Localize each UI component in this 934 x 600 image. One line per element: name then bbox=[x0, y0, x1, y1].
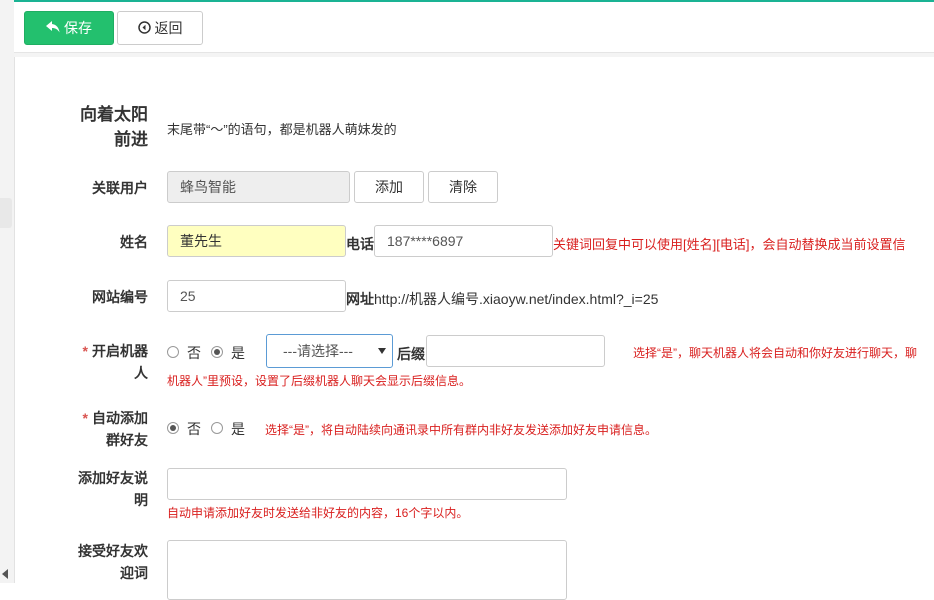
scroll-left-arrow-icon[interactable] bbox=[2, 569, 8, 579]
robot-no-label: 否 bbox=[187, 345, 201, 361]
group-label-line1: 自动添加 bbox=[92, 410, 148, 426]
back-circle-icon bbox=[137, 20, 151, 36]
robot-yes-radio[interactable] bbox=[211, 346, 223, 358]
group-yes-label: 是 bbox=[231, 421, 245, 437]
name-hint: 关键词回复中可以使用[姓名][电话]，会自动替换成当前设置信 bbox=[553, 237, 906, 252]
sidebar-toggle-tab[interactable] bbox=[0, 198, 12, 228]
site-value: 25 bbox=[180, 288, 196, 304]
group-label: * 自动添加 群好友 bbox=[60, 407, 148, 451]
page-title: 向着太阳 前进 bbox=[60, 102, 148, 152]
name-value: 董先生 bbox=[180, 233, 222, 249]
suffix-label: 后缀 bbox=[397, 346, 425, 362]
friend-note-label-line2: 明 bbox=[134, 492, 148, 508]
page-title-line2: 前进 bbox=[114, 130, 148, 149]
robot-label-line2: 人 bbox=[134, 365, 148, 381]
page-subtitle: 末尾带“～”的语句，都是机器人萌妹发的 bbox=[167, 122, 397, 137]
group-yes-radio[interactable] bbox=[211, 422, 223, 434]
robot-label-line1: 开启机器 bbox=[92, 343, 148, 359]
site-input[interactable]: 25 bbox=[167, 280, 346, 312]
robot-no-radio[interactable] bbox=[167, 346, 179, 358]
site-url: 网址http://机器人编号.xiaoyw.net/index.html?_i=… bbox=[346, 289, 658, 309]
back-button[interactable]: 返回 bbox=[117, 11, 203, 45]
site-label: 网站编号 bbox=[92, 289, 148, 305]
user-value: 蜂鸟智能 bbox=[180, 179, 236, 195]
friend-note-label-line1: 添加好友说 bbox=[78, 470, 148, 486]
toolbar: 保存 返回 bbox=[14, 2, 934, 53]
welcome-label-line2: 迎词 bbox=[120, 565, 148, 581]
phone-input[interactable]: 187****6897 bbox=[374, 225, 553, 257]
required-mark: * bbox=[82, 410, 88, 426]
user-label: 关联用户 bbox=[92, 180, 148, 196]
toolbar-divider bbox=[14, 53, 934, 57]
robot-select-value: ---请选择--- bbox=[283, 343, 353, 359]
phone-label: 电话 bbox=[346, 236, 374, 252]
suffix-input[interactable] bbox=[426, 335, 605, 367]
robot-hint-line2: 机器人”里预设，设置了后缀机器人聊天会显示后缀信息。 bbox=[167, 374, 471, 388]
name-label: 姓名 bbox=[120, 234, 148, 250]
url-value: http://机器人编号.xiaoyw.net/index.html?_i=25 bbox=[374, 291, 659, 307]
required-mark: * bbox=[82, 343, 88, 359]
left-sidebar-edge bbox=[0, 0, 15, 583]
group-hint: 选择“是”，将自动陆续向通讯录中所有群内非好友发送添加好友申请信息。 bbox=[265, 423, 657, 437]
phone-value: 187****6897 bbox=[387, 233, 464, 249]
clear-user-button[interactable]: 清除 bbox=[428, 171, 498, 203]
reply-icon bbox=[46, 21, 60, 35]
name-input[interactable]: 董先生 bbox=[167, 225, 346, 257]
save-button[interactable]: 保存 bbox=[24, 11, 114, 45]
friend-note-input[interactable] bbox=[167, 468, 567, 500]
welcome-textarea[interactable] bbox=[167, 540, 567, 600]
welcome-label: 接受好友欢 迎词 bbox=[60, 540, 148, 584]
friend-note-label: 添加好友说 明 bbox=[60, 467, 148, 511]
add-user-button[interactable]: 添加 bbox=[354, 171, 424, 203]
robot-select[interactable]: ---请选择--- bbox=[266, 334, 393, 368]
friend-note-hint: 自动申请添加好友时发送给非好友的内容，16个字以内。 bbox=[167, 506, 469, 520]
group-no-label: 否 bbox=[187, 421, 201, 437]
group-label-line2: 群好友 bbox=[106, 432, 148, 448]
robot-label: * 开启机器 人 bbox=[60, 340, 148, 384]
robot-yes-label: 是 bbox=[231, 345, 245, 361]
user-input[interactable]: 蜂鸟智能 bbox=[167, 171, 350, 203]
back-label: 返回 bbox=[154, 20, 183, 36]
welcome-label-line1: 接受好友欢 bbox=[78, 543, 148, 559]
chevron-down-icon bbox=[378, 348, 386, 354]
url-label: 网址 bbox=[346, 291, 374, 307]
robot-hint-line1: 选择“是”，聊天机器人将会自动和你好友进行聊天，聊 bbox=[633, 346, 917, 360]
save-label: 保存 bbox=[64, 20, 92, 36]
page-title-line1: 向着太阳 bbox=[80, 105, 148, 124]
group-no-radio[interactable] bbox=[167, 422, 179, 434]
